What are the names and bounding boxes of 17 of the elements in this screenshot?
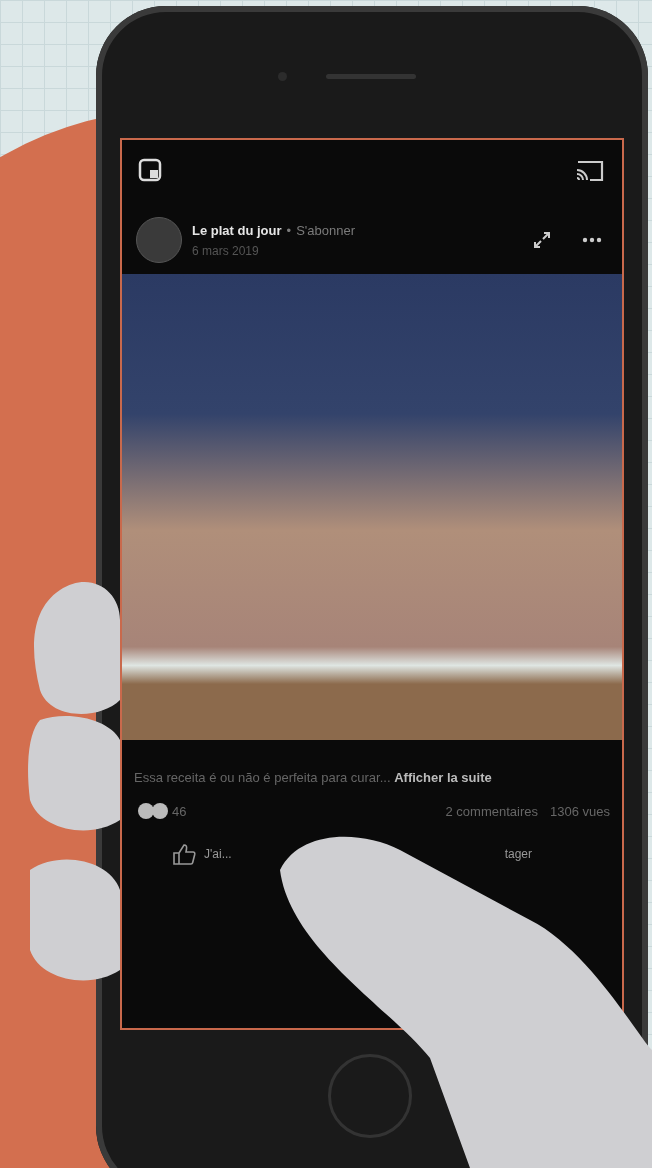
reaction-icon (138, 803, 166, 819)
reaction-count: 46 (172, 803, 187, 819)
author-name[interactable]: Le plat du jour (192, 222, 282, 238)
subscribe-link[interactable]: S'abonner (296, 222, 355, 238)
separator: • (286, 222, 292, 238)
thumbs-up-icon (172, 843, 196, 865)
like-button[interactable]: J'ai... (172, 843, 232, 865)
show-more-link[interactable]: Afficher la suite (394, 770, 492, 785)
post-date: 6 mars 2019 (192, 243, 260, 258)
cast-icon[interactable] (574, 158, 606, 184)
expand-icon[interactable] (532, 230, 552, 250)
post-caption: Essa receita é ou não é perfeita para curar... Afficher la suite (133, 769, 493, 785)
more-options-icon[interactable] (582, 237, 602, 243)
picture-in-picture-icon[interactable] (138, 158, 162, 182)
views-count: 1306 vues (550, 803, 610, 819)
photo-placeholder[interactable] (122, 274, 622, 740)
share-button[interactable]: tager (504, 843, 532, 865)
